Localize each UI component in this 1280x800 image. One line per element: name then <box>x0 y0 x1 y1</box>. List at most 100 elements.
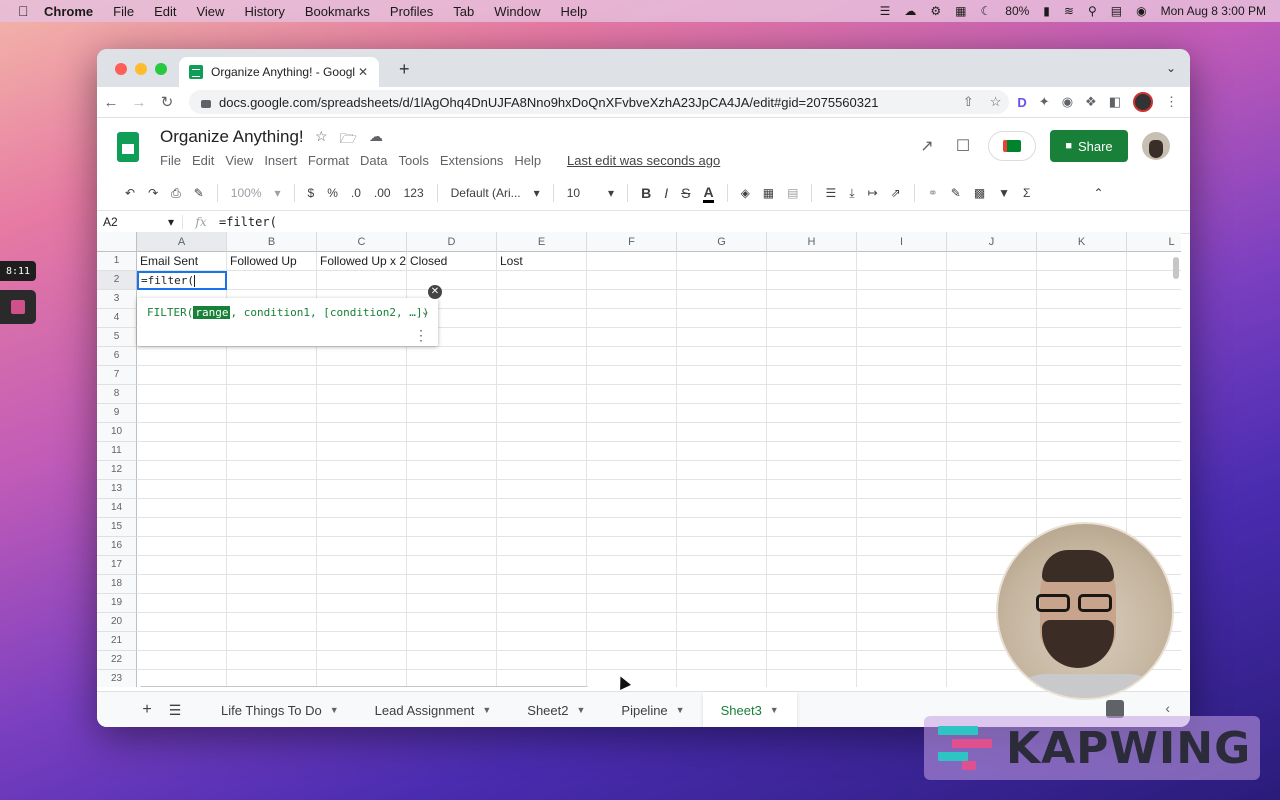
chrome-menu-icon[interactable]: ⋮ <box>1165 94 1178 110</box>
grid-cell[interactable] <box>137 347 227 366</box>
grid-cell[interactable] <box>947 290 1037 309</box>
grid-cell[interactable] <box>857 537 947 556</box>
grid-cell[interactable] <box>767 328 857 347</box>
grid-cell[interactable] <box>317 556 407 575</box>
sheet-tab-chevron-icon[interactable]: ▼ <box>482 705 491 715</box>
grid-cell[interactable] <box>407 594 497 613</box>
header-cell[interactable]: Email Sent <box>137 252 227 271</box>
grid-cell[interactable] <box>1127 328 1181 347</box>
sheet-tab-sheet3[interactable]: Sheet3 ▼ <box>702 692 797 727</box>
sheet-tab-sheet2[interactable]: Sheet2 ▼ <box>509 692 603 727</box>
grid-cell[interactable] <box>767 480 857 499</box>
new-tab-icon[interactable]: + <box>399 59 410 80</box>
grid-cell[interactable] <box>947 385 1037 404</box>
grid-cell[interactable] <box>1127 518 1181 537</box>
grid-cell[interactable] <box>317 271 407 290</box>
grid-cell[interactable] <box>857 613 947 632</box>
italic-button[interactable]: I <box>664 185 668 201</box>
grid-cell[interactable] <box>587 271 677 290</box>
grid-cell[interactable] <box>497 347 587 366</box>
grid-cell[interactable] <box>227 575 317 594</box>
grid-cell[interactable] <box>407 632 497 651</box>
grid-cell[interactable] <box>767 518 857 537</box>
header-cell[interactable]: Lost <box>497 252 587 271</box>
grid-cell[interactable] <box>677 518 767 537</box>
grid-cell[interactable] <box>767 271 857 290</box>
grid-cell[interactable] <box>137 613 227 632</box>
grid-cell[interactable] <box>1037 480 1127 499</box>
grid-cell[interactable] <box>407 556 497 575</box>
formula-help-popup[interactable]: FILTER(range, condition1, [condition2, …… <box>137 298 438 346</box>
grid-cell[interactable] <box>767 537 857 556</box>
insert-chart-icon[interactable]: ▩ <box>974 186 985 200</box>
grid-cell[interactable] <box>1037 385 1127 404</box>
grid-cell[interactable] <box>227 613 317 632</box>
grid-cell[interactable] <box>227 404 317 423</box>
grid-cell[interactable] <box>767 670 857 687</box>
grid-cell[interactable] <box>947 366 1037 385</box>
grid-cell[interactable] <box>137 556 227 575</box>
grid-cell[interactable] <box>857 632 947 651</box>
grid-cell[interactable] <box>317 366 407 385</box>
row-header[interactable]: 16 <box>97 537 137 556</box>
grid-cell[interactable] <box>137 518 227 537</box>
menubar-item-profiles[interactable]: Profiles <box>390 4 433 19</box>
grid-cell[interactable] <box>227 670 317 687</box>
grid-cell[interactable] <box>587 442 677 461</box>
grid-cell[interactable] <box>857 366 947 385</box>
grid-cell[interactable] <box>767 309 857 328</box>
insert-link-icon[interactable]: ⚭ <box>928 186 938 200</box>
menu-tools[interactable]: Tools <box>398 153 428 168</box>
row-header[interactable]: 20 <box>97 613 137 632</box>
undo-icon[interactable]: ↶ <box>125 186 135 200</box>
header-cell[interactable]: Followed Up x 2 <box>317 252 407 271</box>
grid-cell[interactable] <box>677 556 767 575</box>
move-folder-icon[interactable]: 🗁 <box>340 128 357 152</box>
row-header[interactable]: 22 <box>97 651 137 670</box>
grid-cell[interactable] <box>677 404 767 423</box>
grid-cell[interactable] <box>677 651 767 670</box>
grid-cell[interactable] <box>677 366 767 385</box>
grid-cell[interactable] <box>137 404 227 423</box>
grid-cell[interactable] <box>587 385 677 404</box>
grid-cell[interactable] <box>497 499 587 518</box>
star-icon[interactable]: ☆ <box>315 128 328 152</box>
extension-d-icon[interactable]: D <box>1017 95 1026 110</box>
grid-cell[interactable] <box>947 347 1037 366</box>
grid-cell[interactable] <box>857 575 947 594</box>
list-icon[interactable]: ☰ <box>880 4 891 18</box>
sheets-logo-icon[interactable] <box>117 132 139 162</box>
grid-cell[interactable] <box>317 480 407 499</box>
bookmark-star-icon[interactable]: ☆ <box>990 94 1002 110</box>
grid-cell[interactable] <box>947 461 1037 480</box>
lock-icon[interactable] <box>201 100 211 108</box>
grid-cell[interactable] <box>227 442 317 461</box>
grid-cell[interactable] <box>227 537 317 556</box>
column-header[interactable]: B <box>227 232 317 252</box>
text-rotation-icon[interactable]: ⇗ <box>891 186 901 200</box>
horizontal-align-icon[interactable]: ☰ <box>825 186 836 200</box>
grid-cell[interactable] <box>317 518 407 537</box>
grid-cell[interactable] <box>767 385 857 404</box>
row-header[interactable]: 6 <box>97 347 137 366</box>
grid-cell[interactable] <box>317 499 407 518</box>
grid-cell[interactable] <box>587 366 677 385</box>
grid-cell[interactable] <box>317 385 407 404</box>
omnibox[interactable]: docs.google.com/spreadsheets/d/1lAgOhq4D… <box>189 90 1010 114</box>
grid-cell[interactable] <box>227 271 317 290</box>
expand-help-chevron-icon[interactable]: ⌄ <box>421 305 430 318</box>
grid-cell[interactable] <box>497 442 587 461</box>
grid-cell[interactable] <box>407 423 497 442</box>
print-icon[interactable]: ⎙ <box>171 186 181 201</box>
grid-cell[interactable] <box>1037 461 1127 480</box>
zoom-select[interactable]: 100% <box>231 186 262 200</box>
grid-cell[interactable] <box>1127 480 1181 499</box>
grid-cell[interactable] <box>767 290 857 309</box>
grid-cell[interactable] <box>947 442 1037 461</box>
grid-cell[interactable] <box>947 423 1037 442</box>
grid-cell[interactable] <box>677 309 767 328</box>
grid-cell[interactable] <box>317 461 407 480</box>
extensions-puzzle-icon[interactable]: ❖ <box>1085 94 1097 110</box>
grid-cell[interactable] <box>1037 423 1127 442</box>
column-header[interactable]: E <box>497 232 587 252</box>
